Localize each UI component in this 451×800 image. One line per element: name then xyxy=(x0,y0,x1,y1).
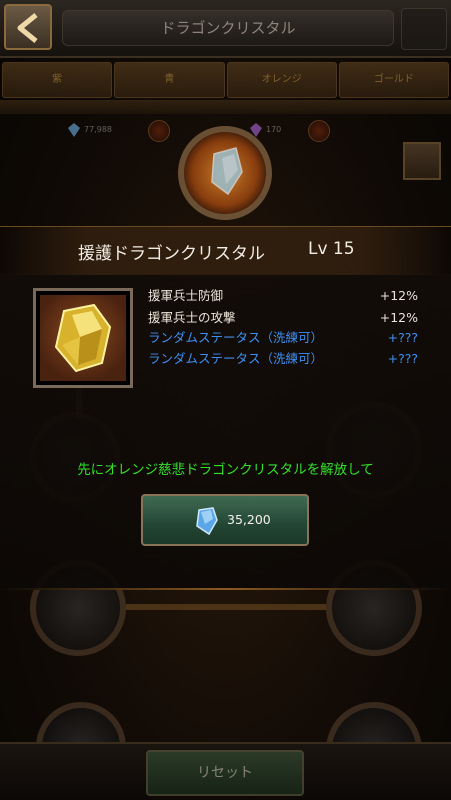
info-button[interactable] xyxy=(401,8,447,50)
crystal-screen: ドラゴンクリスタル 紫 青 オレンジ ゴールド 77,988 170 援護ドラゴ… xyxy=(0,0,451,800)
stat-value: +??? xyxy=(387,330,418,345)
blue-crystal-count: 77,988 xyxy=(68,120,112,140)
tab-purple[interactable]: 紫 xyxy=(2,62,113,98)
back-button[interactable] xyxy=(4,4,52,50)
crystal-level: Lv 15 xyxy=(308,239,355,259)
tree-link xyxy=(126,604,326,610)
unlock-cost: 35,200 xyxy=(227,512,271,527)
blue-crystal-icon xyxy=(68,122,80,137)
stat-row: ランダムステータス（洗練可） +??? xyxy=(148,328,418,348)
stat-label: 援軍兵士防御 xyxy=(148,288,224,303)
crystal-portrait xyxy=(33,288,133,388)
tab-bar: 紫 青 オレンジ ゴールド xyxy=(0,60,451,98)
chevron-left-icon xyxy=(17,13,38,43)
crystal-title-bar: 援護ドラゴンクリスタル Lv 15 xyxy=(0,226,451,275)
tab-gold[interactable]: ゴールド xyxy=(338,62,449,98)
tab-blue[interactable]: 青 xyxy=(114,62,225,98)
scroll-button[interactable] xyxy=(403,142,441,180)
fire-orb-icon xyxy=(308,120,330,142)
blue-crystal-value: 77,988 xyxy=(84,125,112,134)
panel-divider xyxy=(0,588,451,590)
page-title: ドラゴンクリスタル xyxy=(62,10,394,46)
stat-row: 援軍兵士防御 +12% xyxy=(148,286,418,306)
crystal-node-selected[interactable] xyxy=(178,126,272,220)
stat-row: ランダムステータス（洗練可） +??? xyxy=(148,349,418,369)
reset-button[interactable]: リセット xyxy=(146,750,304,796)
stat-label: 援軍兵士の攻撃 xyxy=(148,310,236,325)
tab-strip xyxy=(0,100,451,114)
header: ドラゴンクリスタル xyxy=(0,0,451,58)
unlock-hint: 先にオレンジ慈悲ドラゴンクリスタルを解放して xyxy=(77,462,374,478)
stat-row: 援軍兵士の攻撃 +12% xyxy=(148,308,418,328)
crystal-shard-icon xyxy=(211,147,243,196)
tab-orange[interactable]: オレンジ xyxy=(226,62,337,98)
blue-crystal-icon xyxy=(196,507,218,536)
unlock-button[interactable]: 35,200 xyxy=(141,494,309,546)
stat-value: +12% xyxy=(379,288,418,303)
stat-value: +??? xyxy=(387,351,418,366)
stat-value: +12% xyxy=(379,310,418,325)
crystal-name: 援護ドラゴンクリスタル xyxy=(78,244,265,264)
yellow-crystal-icon xyxy=(54,303,112,373)
stat-label: ランダムステータス（洗練可） xyxy=(148,330,324,345)
purple-crystal-value: 170 xyxy=(266,125,282,134)
stat-label: ランダムステータス（洗練可） xyxy=(148,351,324,366)
fire-orb-icon xyxy=(148,120,170,142)
